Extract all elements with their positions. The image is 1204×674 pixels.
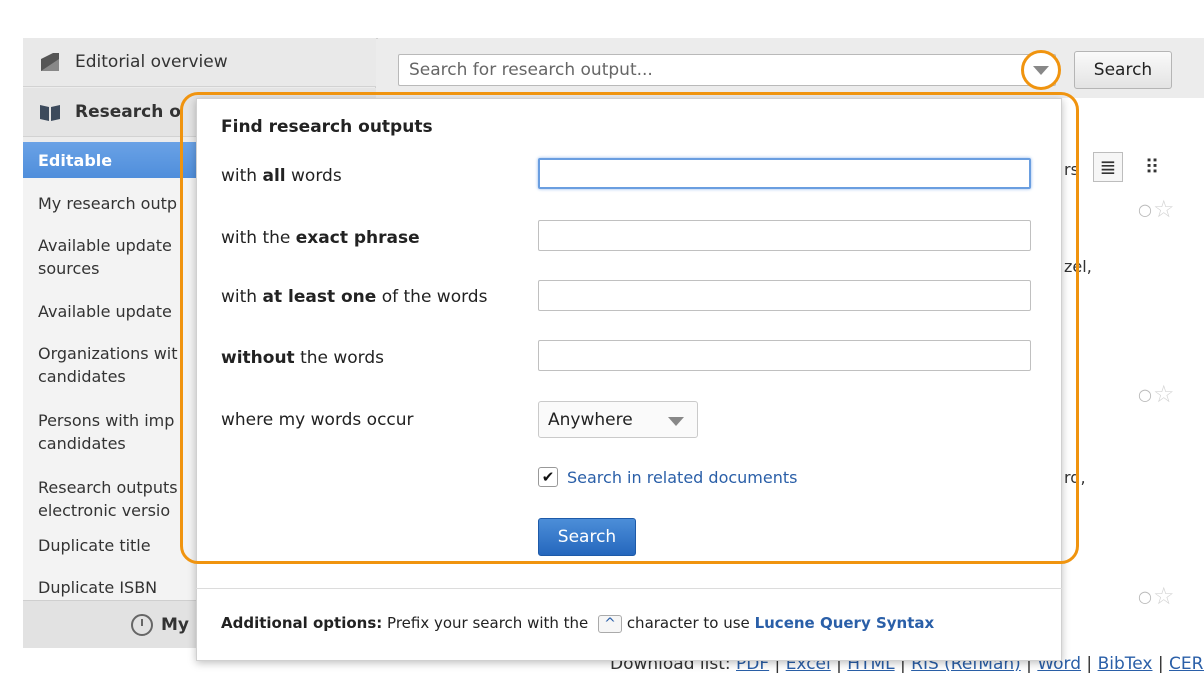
sidebar-item-label: Available update: [38, 302, 172, 321]
exact-phrase-input[interactable]: [538, 220, 1031, 251]
history-clock-icon: [131, 613, 153, 636]
related-documents-checkbox[interactable]: ✔ Search in related documents: [538, 467, 797, 487]
sidebar-item-label: Editable: [38, 150, 113, 170]
sidebar-editorial-label: Editorial overview: [75, 52, 228, 72]
search-button[interactable]: Search: [1074, 51, 1172, 89]
where-words-occur-label: where my words occur: [221, 410, 414, 430]
all-words-label: with all words: [221, 166, 342, 186]
all-words-input[interactable]: [538, 158, 1031, 189]
star-icon[interactable]: ☆: [1153, 195, 1175, 223]
advanced-search-toggle[interactable]: [1021, 50, 1061, 90]
search-input[interactable]: [398, 54, 1056, 86]
grid-view-icon[interactable]: ⠿: [1137, 152, 1167, 182]
where-words-occur-select[interactable]: Anywhere: [538, 401, 698, 438]
sidebar-item-label: Duplicate ISBN: [38, 578, 158, 597]
sidebar-item-label: Duplicate title: [38, 536, 151, 555]
editorial-icon: [41, 53, 59, 71]
related-documents-label[interactable]: Search in related documents: [567, 468, 797, 487]
without-words-label: without the words: [221, 348, 385, 368]
result-fragment: rs: [1064, 160, 1079, 179]
rating-circle-icon[interactable]: ○: [1138, 587, 1152, 606]
list-view-icon[interactable]: ≣: [1093, 152, 1123, 182]
exact-phrase-label: with the exact phrase: [221, 228, 420, 248]
additional-options: Additional options: Prefix your search w…: [221, 614, 935, 633]
select-value: Anywhere: [548, 409, 633, 430]
advanced-search-button[interactable]: Search: [538, 518, 636, 556]
lucene-query-syntax-link[interactable]: Lucene Query Syntax: [755, 614, 935, 632]
download-bibtex-link[interactable]: BibTex: [1098, 654, 1153, 674]
star-icon[interactable]: ☆: [1153, 582, 1175, 610]
caret-symbol: ^: [598, 615, 622, 633]
chevron-down-icon: [1033, 65, 1049, 75]
rating-circle-icon[interactable]: ○: [1138, 200, 1152, 219]
rating-circle-icon[interactable]: ○: [1138, 385, 1152, 404]
at-least-one-input[interactable]: [538, 280, 1031, 311]
popup-title: Find research outputs: [221, 117, 433, 137]
chevron-down-icon: [668, 417, 684, 426]
download-cerif-link[interactable]: CERIF XML: [1169, 654, 1204, 674]
sidebar-item-label: My research outp: [38, 194, 178, 213]
additional-options-label: Additional options:: [221, 614, 383, 632]
at-least-one-label: with at least one of the words: [221, 287, 488, 307]
result-fragment: rd,: [1064, 468, 1086, 487]
without-words-input[interactable]: [538, 340, 1031, 371]
popup-divider: [196, 588, 1062, 589]
checkmark-icon[interactable]: ✔: [538, 467, 558, 487]
sidebar-footer-label: My: [161, 614, 189, 635]
book-icon: [40, 105, 60, 121]
sidebar-editorial-overview[interactable]: Editorial overview: [23, 38, 376, 87]
result-fragment: zel,: [1064, 257, 1092, 276]
star-icon[interactable]: ☆: [1153, 380, 1175, 408]
sidebar-research-label: Research o: [75, 102, 181, 122]
